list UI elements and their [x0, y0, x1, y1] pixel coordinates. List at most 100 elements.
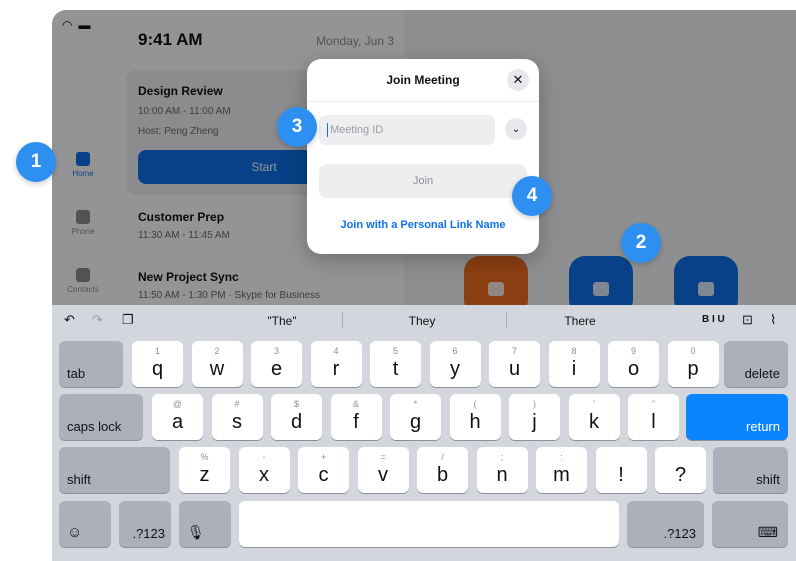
key-a[interactable]: @ a — [152, 394, 203, 440]
key-primary-label: o — [627, 358, 640, 380]
shift-key-right[interactable]: shift — [713, 447, 788, 493]
key-primary-label: n — [496, 464, 508, 486]
meeting-id-input[interactable]: Meeting ID — [319, 115, 495, 145]
join-meeting-dialog: Join Meeting ✕ Meeting ID ⌄ Join Join wi… — [307, 59, 539, 254]
key-secondary-label: ” — [652, 399, 655, 409]
attachment-icon[interactable]: ⌇ — [770, 312, 776, 328]
tab-key[interactable]: tab — [59, 341, 123, 387]
close-button[interactable]: ✕ — [507, 69, 529, 91]
undo-icon[interactable]: ↶ — [64, 312, 75, 328]
dictation-key[interactable]: 🎙︎ — [179, 501, 231, 547]
emoji-key[interactable]: ☺ — [59, 501, 111, 547]
redo-icon[interactable]: ↷ — [92, 312, 103, 328]
dialog-title: Join Meeting — [386, 73, 460, 87]
suggestion-3[interactable]: There — [520, 314, 640, 328]
key-r[interactable]: 4r — [310, 341, 362, 387]
numbers-key-right[interactable]: .?123 — [627, 501, 704, 547]
key-d[interactable]: $ d — [271, 394, 322, 440]
on-screen-keyboard: ↶ ↷ ❐ "The" They There B I U ⊡ ⌇ tab 1q2… — [52, 305, 796, 561]
personal-link-button[interactable]: Join with a Personal Link Name — [307, 219, 539, 231]
key-![interactable]: ! — [595, 447, 647, 493]
shift-key-left[interactable]: shift — [59, 447, 170, 493]
key-n[interactable]: ; n — [476, 447, 528, 493]
divider — [307, 101, 539, 102]
key-primary-label: d — [290, 411, 303, 433]
key-s[interactable]: # s — [211, 394, 263, 440]
join-button[interactable]: Join — [319, 164, 527, 198]
hide-keyboard-key[interactable]: ⌨ — [712, 501, 788, 547]
key-secondary-label: 4 — [333, 346, 339, 356]
key-secondary-label: 1 — [154, 346, 160, 356]
key-primary-label: r — [332, 358, 340, 380]
key-secondary-label: ( — [473, 399, 477, 409]
key-g[interactable]: * g — [390, 394, 441, 440]
key-v[interactable]: = v — [357, 447, 409, 493]
key-secondary-label: $ — [293, 399, 299, 409]
callout-badge: 1 — [16, 142, 56, 182]
key-secondary-label: 8 — [571, 346, 577, 356]
key-secondary-label: : — [560, 452, 563, 462]
key-secondary-label: 2 — [214, 346, 220, 356]
key-x[interactable]: -x — [238, 447, 290, 493]
key-secondary-label: ) — [533, 399, 536, 409]
key-secondary-label: # — [234, 399, 240, 409]
callout-badge: 2 — [621, 223, 661, 263]
key-j[interactable]: ) j — [509, 394, 560, 440]
key-q[interactable]: 1q — [132, 341, 183, 387]
key-primary-label: l — [651, 411, 656, 433]
key-f[interactable]: & f — [330, 394, 382, 440]
key-?[interactable]: ? — [655, 447, 706, 493]
key-secondary-label: 7 — [511, 346, 517, 356]
key-p[interactable]: 0p — [667, 341, 719, 387]
key-secondary-label: * — [413, 399, 418, 409]
key-primary-label: v — [378, 464, 388, 486]
format-button[interactable]: B I U — [702, 314, 725, 325]
key-w[interactable]: 2w — [191, 341, 243, 387]
key-k[interactable]: ’ k — [568, 394, 620, 440]
key-y[interactable]: 6y — [429, 341, 481, 387]
key-h[interactable]: (h — [449, 394, 501, 440]
key-m[interactable]: :m — [536, 447, 587, 493]
key-u[interactable]: 7u — [489, 341, 540, 387]
suggestion-2[interactable]: They — [362, 314, 482, 328]
key-primary-label: p — [687, 358, 699, 380]
divider — [506, 312, 507, 328]
key-primary-label: i — [571, 358, 577, 380]
return-key[interactable]: return — [686, 394, 788, 440]
key-o[interactable]: 9o — [608, 341, 659, 387]
callout-badge: 3 — [277, 107, 317, 147]
key-primary-label: j — [532, 411, 537, 433]
key-secondary-label: ; — [500, 452, 504, 462]
key-primary-label: m — [553, 464, 570, 486]
key-primary-label: t — [392, 358, 399, 380]
key-secondary-label: 3 — [273, 346, 279, 356]
paste-icon[interactable]: ❐ — [122, 312, 134, 328]
numbers-key-left[interactable]: .?123 — [119, 501, 171, 547]
key-e[interactable]: 3e — [251, 341, 302, 387]
keyboard-icon: ⌨ — [757, 524, 778, 540]
key-secondary-label: 5 — [392, 346, 398, 356]
key-secondary-label: - — [262, 452, 266, 462]
suggestion-1[interactable]: "The" — [222, 314, 342, 328]
text-caret — [327, 123, 328, 137]
camera-icon[interactable]: ⊡ — [742, 312, 753, 328]
key-t[interactable]: 5t — [370, 341, 421, 387]
caps-lock-key[interactable]: caps lock — [59, 394, 143, 440]
key-primary-label: b — [436, 464, 449, 486]
key-l[interactable]: ” l — [628, 394, 679, 440]
divider — [342, 312, 343, 328]
key-b[interactable]: / b — [417, 447, 468, 493]
key-i[interactable]: 8i — [548, 341, 600, 387]
space-key[interactable] — [239, 501, 619, 547]
key-primary-label: f — [353, 411, 359, 433]
key-c[interactable]: + c — [298, 447, 349, 493]
meeting-id-placeholder: Meeting ID — [330, 124, 384, 136]
keyboard-toolbar: ↶ ↷ ❐ "The" They There B I U ⊡ ⌇ — [52, 305, 796, 335]
key-secondary-label: % — [200, 452, 209, 462]
key-primary-label: q — [151, 358, 164, 380]
key-z[interactable]: % z — [179, 447, 230, 493]
key-secondary-label: / — [441, 452, 444, 462]
key-secondary-label: 6 — [452, 346, 458, 356]
meeting-id-history-button[interactable]: ⌄ — [505, 118, 527, 140]
delete-key[interactable]: delete — [724, 341, 788, 387]
